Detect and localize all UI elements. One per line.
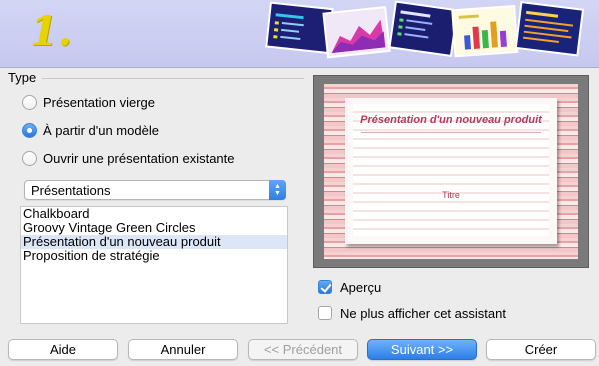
radio-open-existing[interactable]: Ouvrir une présentation existante — [22, 148, 235, 168]
dont-show-checkbox[interactable] — [318, 306, 332, 320]
radio-label: À partir d'un modèle — [43, 122, 159, 138]
radio-button[interactable] — [22, 94, 37, 110]
slide-subtitle: Titre — [442, 190, 460, 200]
help-button[interactable]: Aide — [8, 339, 118, 360]
dont-show-checkbox-label: Ne plus afficher cet assistant — [340, 305, 506, 321]
create-button[interactable]: Créer — [486, 339, 596, 360]
list-item-selected[interactable]: Présentation d'un nouveau produit — [21, 235, 287, 249]
radio-label: Ouvrir une présentation existante — [43, 150, 235, 166]
list-item[interactable]: Proposition de stratégie — [21, 249, 287, 263]
template-list[interactable]: Chalkboard Groovy Vintage Green Circles … — [20, 206, 288, 324]
next-button[interactable]: Suivant >> — [367, 339, 477, 360]
bullets-slide-icon — [265, 1, 334, 55]
text-lines-slide-icon — [514, 1, 585, 57]
category-select-value: Présentations — [31, 183, 111, 198]
preview-panel: Présentation d'un nouveau produit Titre — [313, 75, 589, 268]
preview-checkbox-row[interactable]: Aperçu — [318, 278, 381, 296]
preview-checkbox[interactable] — [318, 280, 332, 294]
type-section-label: Type — [8, 70, 37, 85]
radio-from-template[interactable]: À partir d'un modèle — [22, 120, 159, 140]
radio-button-selected[interactable] — [22, 122, 37, 138]
radio-label: Présentation vierge — [43, 94, 156, 110]
up-down-arrows-icon[interactable]: ▲ ▼ — [269, 180, 286, 200]
cancel-button[interactable]: Annuler — [128, 339, 238, 360]
slide-card: Présentation d'un nouveau produit Titre — [345, 98, 557, 244]
category-select[interactable]: Présentations ▲ ▼ — [24, 180, 286, 200]
previous-button[interactable]: << Précédent — [248, 339, 358, 360]
radio-button[interactable] — [22, 150, 37, 166]
bar-chart-slide-icon — [451, 4, 519, 58]
step-number: 1. — [30, 8, 72, 55]
wizard-banner: 1. — [0, 0, 599, 68]
type-section-divider — [42, 78, 304, 79]
banner-thumbnails — [265, 0, 585, 59]
slide-title: Présentation d'un nouveau produit — [360, 114, 542, 126]
list-item[interactable]: Chalkboard — [21, 207, 287, 221]
list-slide-icon — [388, 0, 459, 57]
area-chart-slide-icon — [322, 6, 391, 59]
preview-checkbox-label: Aperçu — [340, 279, 382, 295]
slide-title-rule — [361, 132, 541, 133]
dont-show-checkbox-row[interactable]: Ne plus afficher cet assistant — [318, 304, 506, 322]
radio-empty-presentation[interactable]: Présentation vierge — [22, 92, 155, 112]
list-item[interactable]: Groovy Vintage Green Circles — [21, 221, 287, 235]
slide-preview: Présentation d'un nouveau produit Titre — [324, 84, 578, 259]
